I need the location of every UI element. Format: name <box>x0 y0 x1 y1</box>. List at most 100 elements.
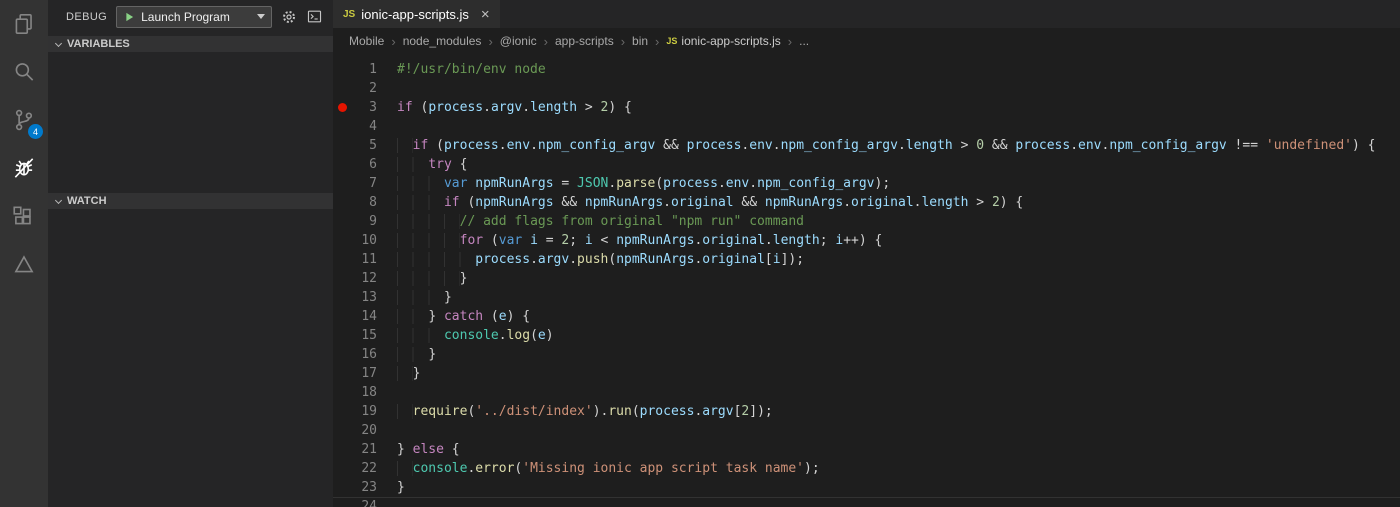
breakpoint-margin[interactable] <box>333 117 351 136</box>
launch-config-name: Launch Program <box>141 9 230 24</box>
code-line: 7 var npmRunArgs = JSON.parse(process.en… <box>333 174 1400 193</box>
breakpoint-margin[interactable] <box>333 212 351 231</box>
line-number: 11 <box>361 252 377 267</box>
line-number: 14 <box>361 309 377 324</box>
chevron-down-icon <box>54 196 63 204</box>
line-number: 21 <box>361 442 377 457</box>
breadcrumb-item[interactable]: @ionic <box>500 34 537 48</box>
breadcrumb-item[interactable]: node_modules <box>403 34 482 48</box>
breakpoint-margin[interactable] <box>333 402 351 421</box>
breakpoint[interactable] <box>333 98 351 117</box>
variables-section-body <box>48 52 333 193</box>
breakpoint-margin[interactable] <box>333 345 351 364</box>
extensions-icon[interactable] <box>0 192 48 240</box>
line-number: 6 <box>369 157 377 172</box>
breakpoint-margin[interactable] <box>333 440 351 459</box>
line-number: 19 <box>361 404 377 419</box>
breadcrumb-separator: › <box>655 33 660 49</box>
triangle-extension-icon[interactable] <box>0 240 48 288</box>
code-line: 12 } <box>333 269 1400 288</box>
explorer-icon[interactable] <box>0 0 48 48</box>
line-number: 16 <box>361 347 377 362</box>
scm-badge: 4 <box>28 124 43 139</box>
line-number: 10 <box>361 233 377 248</box>
watch-section-body <box>48 209 333 507</box>
breadcrumb-separator: › <box>488 33 493 49</box>
search-icon[interactable] <box>0 48 48 96</box>
line-number: 13 <box>361 290 377 305</box>
breakpoint-margin[interactable] <box>333 193 351 212</box>
line-number: 4 <box>369 119 377 134</box>
debug-title: DEBUG <box>66 10 108 23</box>
breadcrumb-item[interactable]: JS ionic-app-scripts.js <box>666 34 780 48</box>
code-line: 21} else { <box>333 440 1400 459</box>
breakpoint-margin[interactable] <box>333 250 351 269</box>
breadcrumb-item[interactable]: app-scripts <box>555 34 614 48</box>
breakpoint-margin[interactable] <box>333 155 351 174</box>
code-line: 8 if (npmRunArgs && npmRunArgs.original … <box>333 193 1400 212</box>
breakpoint-margin[interactable] <box>333 497 351 507</box>
launch-config-dropdown[interactable]: Launch Program <box>116 5 272 28</box>
line-number: 24 <box>361 499 377 507</box>
breadcrumb-item[interactable]: Mobile <box>349 34 384 48</box>
debug-console-icon[interactable] <box>306 8 323 25</box>
line-number: 15 <box>361 328 377 343</box>
tab-label: ionic-app-scripts.js <box>361 6 469 22</box>
breakpoint-margin[interactable] <box>333 79 351 98</box>
breakpoint-margin[interactable] <box>333 421 351 440</box>
breakpoint-margin[interactable] <box>333 383 351 402</box>
variables-section-header[interactable]: VARIABLES <box>48 36 333 52</box>
breadcrumb-item[interactable]: ... <box>799 34 809 48</box>
breakpoint-margin[interactable] <box>333 136 351 155</box>
line-number: 5 <box>369 138 377 153</box>
breadcrumb-item[interactable]: bin <box>632 34 648 48</box>
watch-section-header[interactable]: WATCH <box>48 193 333 209</box>
line-number: 23 <box>361 480 377 495</box>
code-line: 22 console.error('Missing ionic app scri… <box>333 459 1400 478</box>
chevron-down-icon <box>54 39 63 47</box>
breakpoint-margin[interactable] <box>333 326 351 345</box>
breakpoint-margin[interactable] <box>333 269 351 288</box>
code-line: 4 <box>333 117 1400 136</box>
js-file-icon: JS <box>343 8 356 20</box>
code-line: 20 <box>333 421 1400 440</box>
breakpoint-margin[interactable] <box>333 60 351 79</box>
breakpoint-margin[interactable] <box>333 174 351 193</box>
vscode-window: 4 DEBUG Launch Program VARIABLES WATCH J… <box>0 0 1400 507</box>
debug-icon[interactable] <box>0 144 48 192</box>
code-editor[interactable]: 1 #!/usr/bin/env node 2 3 if (process.argv.l… <box>333 54 1400 507</box>
breadcrumb-separator: › <box>620 33 626 49</box>
editor-group: JS ionic-app-scripts.js × Mobile › node_mo… <box>333 0 1400 507</box>
source-control-icon[interactable]: 4 <box>0 96 48 144</box>
line-number: 20 <box>361 423 377 438</box>
js-file-icon: JS <box>666 36 678 46</box>
start-debug-icon <box>126 12 134 21</box>
line-number: 8 <box>369 195 377 210</box>
code-line: 14 } catch (e) { <box>333 307 1400 326</box>
close-icon[interactable]: × <box>481 6 490 23</box>
breakpoint-margin[interactable] <box>333 231 351 250</box>
breakpoint-margin[interactable] <box>333 459 351 478</box>
code-line: 15 console.log(e) <box>333 326 1400 345</box>
code-line: 6 try { <box>333 155 1400 174</box>
tab-ionic-app-scripts[interactable]: JS ionic-app-scripts.js × <box>333 0 500 28</box>
tab-bar: JS ionic-app-scripts.js × <box>333 0 1400 28</box>
line-number: 7 <box>369 176 377 191</box>
breakpoint-margin[interactable] <box>333 478 351 497</box>
line-number: 12 <box>361 271 377 286</box>
configure-gear-icon[interactable] <box>281 9 297 25</box>
code-line: 23} <box>333 478 1400 497</box>
breakpoint-margin[interactable] <box>333 288 351 307</box>
breadcrumb-separator: › <box>543 33 548 49</box>
breakpoint-dot <box>337 103 347 112</box>
line-number: 9 <box>369 214 377 229</box>
line-number: 18 <box>361 385 377 400</box>
chevron-down-icon <box>257 14 265 19</box>
code-line: 9 // add flags from original "npm run" c… <box>333 212 1400 231</box>
variables-section-label: VARIABLES <box>67 38 130 50</box>
code-lines: 1 #!/usr/bin/env node 2 3 if (process.argv.l… <box>333 60 1400 507</box>
code-line: 18 <box>333 383 1400 402</box>
breakpoint-margin[interactable] <box>333 364 351 383</box>
code-line: 24 <box>333 497 1400 507</box>
breakpoint-margin[interactable] <box>333 307 351 326</box>
